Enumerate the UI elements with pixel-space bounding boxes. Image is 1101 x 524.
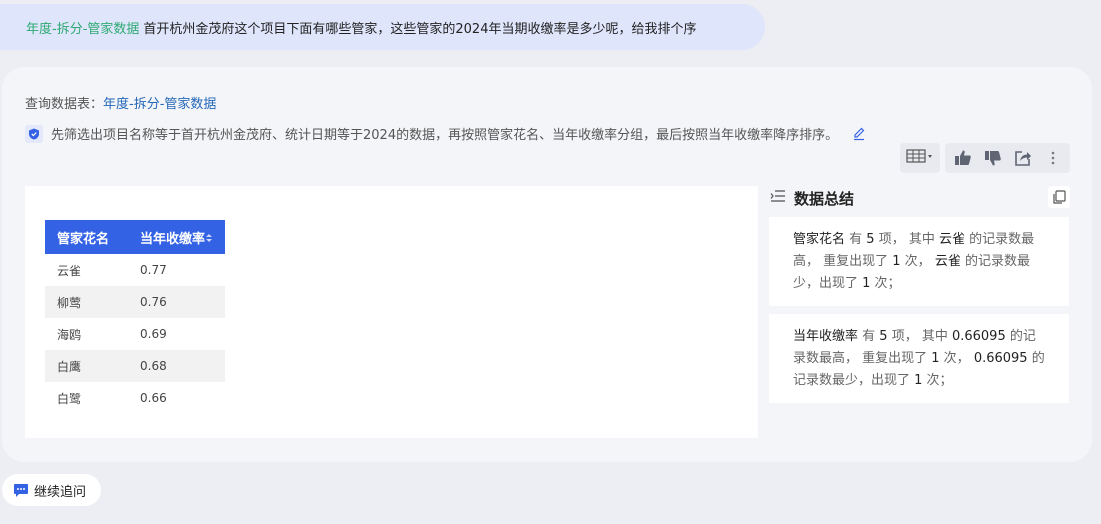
- sort-icon[interactable]: [206, 232, 213, 247]
- thumbs-down-icon[interactable]: [983, 148, 1003, 168]
- question-table-tag[interactable]: 年度-拆分-管家数据: [26, 18, 139, 37]
- result-table: 管家花名 当年收缴率 云雀 0.77 柳莺 0.76 海鸥 0.69 白鹰 0.68 白…: [45, 220, 225, 414]
- table-view-icon: [906, 148, 934, 168]
- query-source: 查询数据表：年度-拆分-管家数据: [25, 93, 216, 112]
- column-header[interactable]: 管家花名: [45, 220, 128, 254]
- summary-card-rate: 当年收缴率 有 5 项， 其中 0.66095 的记录数最高， 重复出现了 1 …: [769, 314, 1069, 403]
- table-row: 海鸥 0.69: [57, 327, 167, 342]
- summary-card-name: 管家花名 有 5 项， 其中 云雀 的记录数最高， 重复出现了 1 次， 云雀 …: [769, 217, 1069, 306]
- table-row: 云雀 0.77: [57, 263, 167, 278]
- source-table-link[interactable]: 年度-拆分-管家数据: [103, 97, 216, 112]
- table-row: 白鹰 0.68: [45, 350, 225, 382]
- summary-header: 数据总结: [770, 185, 1070, 211]
- query-description: 先筛选出项目名称等于首开杭州金茂府、统计日期等于2024的数据，再按照管家花名、…: [25, 123, 875, 151]
- source-prefix: 查询数据表：: [25, 97, 104, 112]
- follow-up-label: 继续追问: [34, 484, 87, 500]
- feedback-toolbar: [945, 143, 1070, 173]
- question-text: 首开杭州金茂府这个项目下面有哪些管家，这些管家的2024年当期收缴率是多少呢，给…: [143, 21, 697, 37]
- user-question-bubble: 年度-拆分-管家数据 首开杭州金茂府这个项目下面有哪些管家，这些管家的2024年…: [0, 4, 765, 50]
- share-icon[interactable]: [1013, 148, 1033, 168]
- table-row: 白鹭 0.66: [57, 391, 167, 406]
- summary-title: 数据总结: [794, 189, 855, 208]
- follow-up-button[interactable]: 继续追问: [2, 474, 101, 506]
- answer-panel: 查询数据表：年度-拆分-管家数据 先筛选出项目名称等于首开杭州金茂府、统计日期等…: [2, 67, 1092, 462]
- chat-icon: [13, 483, 29, 498]
- copy-icon[interactable]: [1048, 186, 1070, 208]
- edit-icon[interactable]: [852, 125, 866, 151]
- more-icon[interactable]: [1043, 148, 1063, 168]
- table-row: 柳莺 0.76: [45, 286, 225, 318]
- table-view-button[interactable]: [900, 143, 940, 173]
- description-text: 先筛选出项目名称等于首开杭州金茂府、统计日期等于2024的数据，再按照管家花名、…: [51, 128, 839, 143]
- shield-icon: [25, 125, 43, 143]
- result-table-card: 管家花名 当年收缴率 云雀 0.77 柳莺 0.76 海鸥 0.69 白鹰 0.68 白…: [25, 186, 758, 438]
- column-header[interactable]: 当年收缴率: [128, 220, 225, 254]
- thumbs-up-icon[interactable]: [953, 148, 973, 168]
- list-icon[interactable]: [770, 189, 786, 207]
